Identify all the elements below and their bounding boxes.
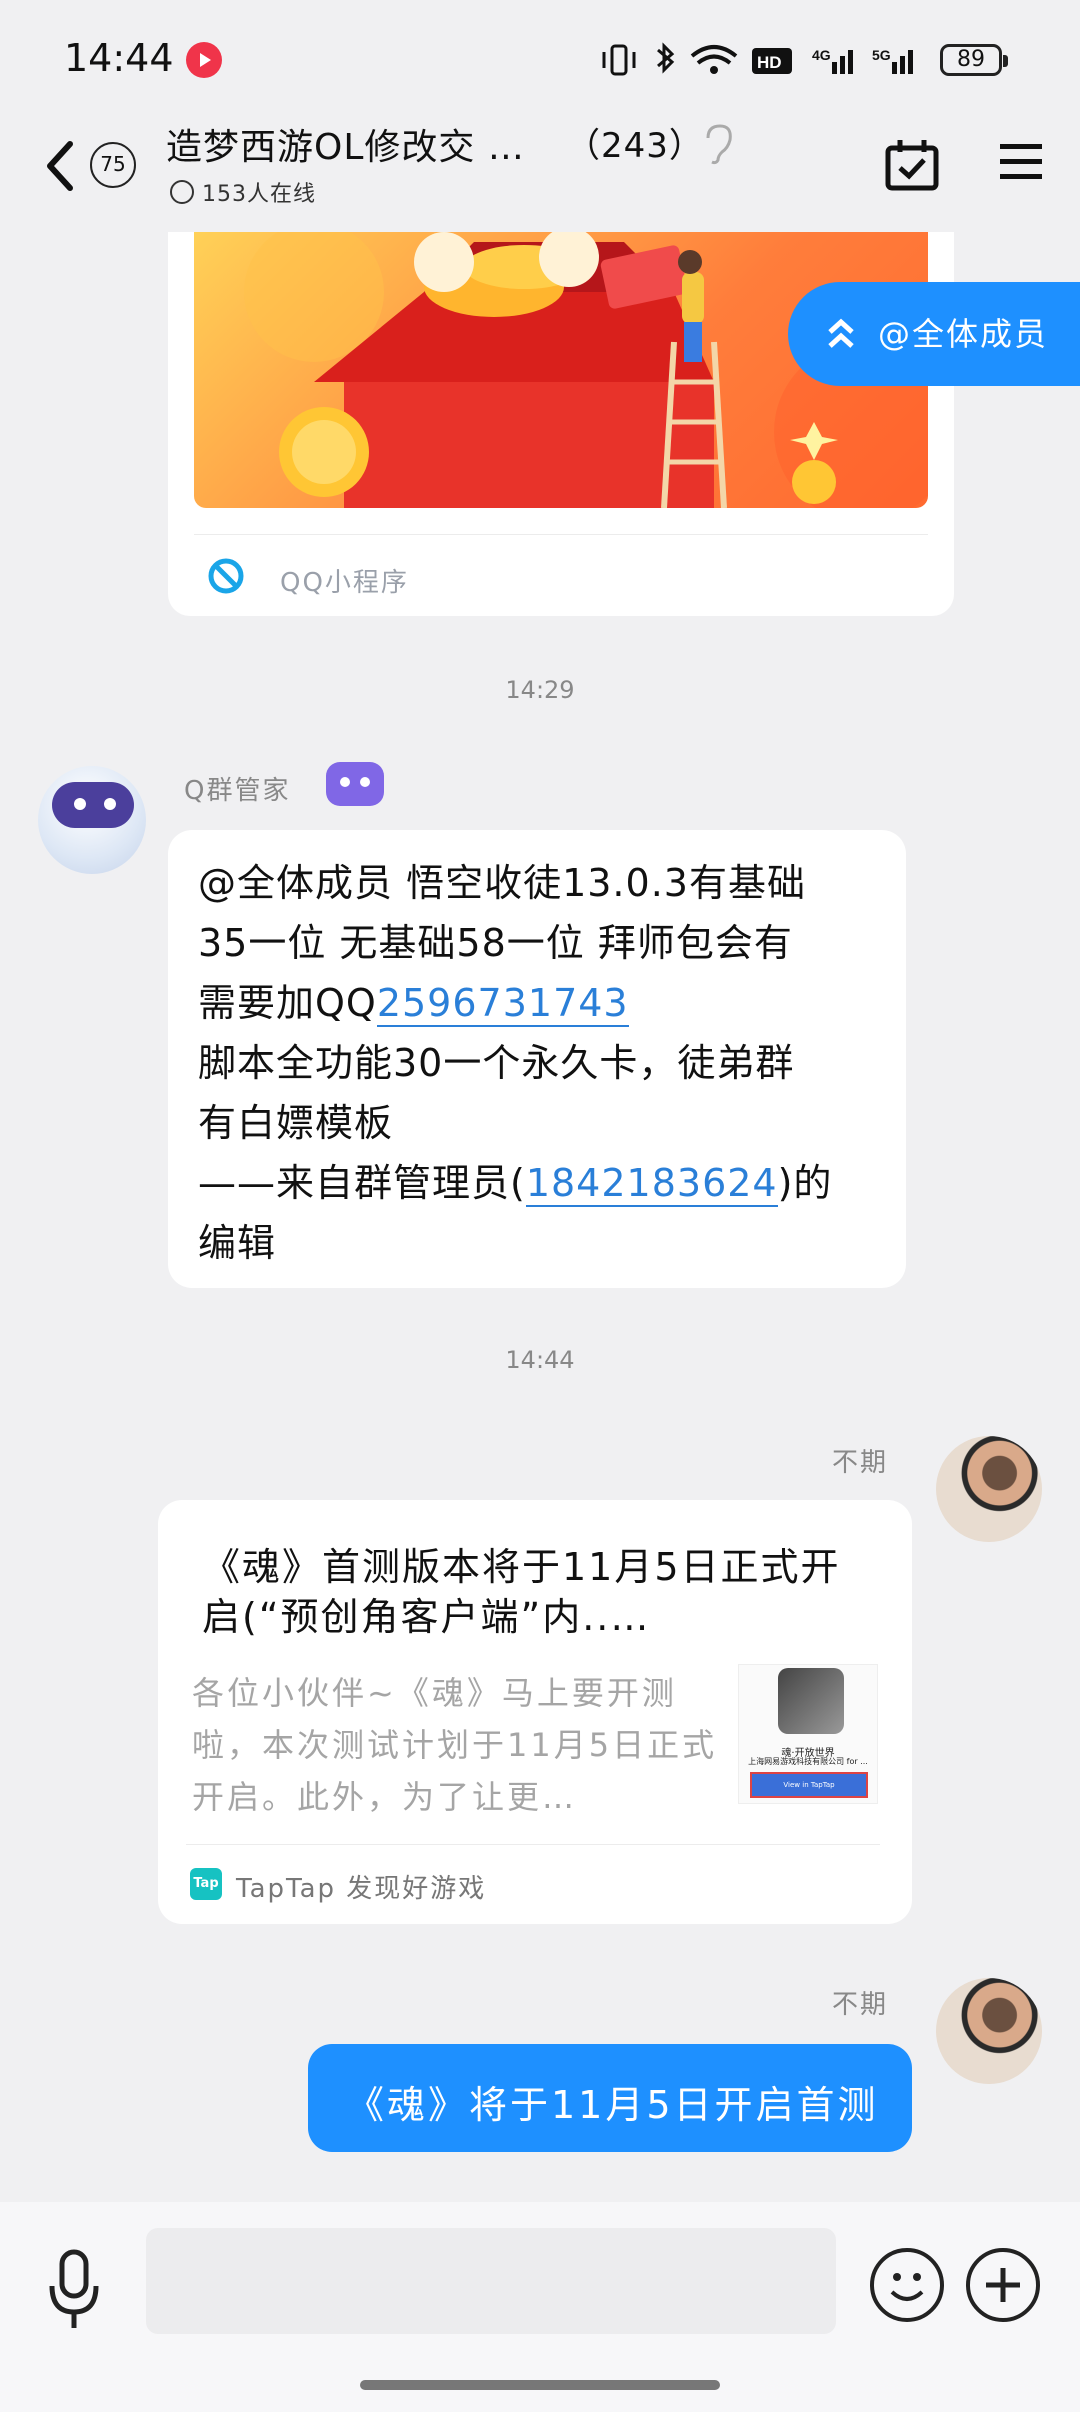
member-count[interactable]: （243） bbox=[566, 118, 704, 167]
svg-text:5G: 5G bbox=[872, 47, 891, 63]
taptap-icon: Tap bbox=[190, 1868, 222, 1900]
timestamp: 14:29 bbox=[505, 676, 575, 704]
mini-program-source: QQ小程序 bbox=[280, 568, 409, 598]
svg-text:HD: HD bbox=[757, 53, 782, 72]
online-dropdown-icon[interactable] bbox=[170, 180, 194, 204]
message-line: 有白嫖模板 bbox=[198, 1101, 394, 1145]
share-card-desc: 啦，本次测试计划于11月5日正式 bbox=[192, 1726, 718, 1764]
avatar-user[interactable] bbox=[936, 1436, 1042, 1542]
signal-4g-icon: 4G bbox=[812, 47, 853, 74]
signal-5g-icon: 5G bbox=[872, 47, 913, 74]
message-line: 需要加QQ2596731743 bbox=[198, 981, 629, 1027]
screen-record-icon bbox=[186, 42, 222, 78]
game-logo-icon bbox=[778, 1668, 844, 1734]
wifi-icon bbox=[690, 45, 738, 74]
message-line: 编辑 bbox=[198, 1221, 277, 1265]
avatar-user[interactable] bbox=[936, 1978, 1042, 2084]
microphone-icon[interactable] bbox=[44, 2248, 104, 2332]
unread-count-badge[interactable]: 75 bbox=[90, 142, 136, 188]
menu-icon[interactable] bbox=[998, 142, 1044, 182]
card-divider bbox=[186, 1844, 880, 1845]
message-line: ——来自群管理员(1842183624)的 bbox=[198, 1161, 833, 1207]
share-card-desc: 各位小伙伴~《魂》马上要开测 bbox=[192, 1674, 677, 1712]
admin-id-link[interactable]: 1842183624 bbox=[525, 1161, 778, 1207]
earpiece-mode-icon[interactable] bbox=[700, 122, 736, 166]
bot-eye bbox=[74, 798, 86, 810]
share-card-source: TapTap 发现好游戏 bbox=[236, 1874, 487, 1904]
timestamp: 14:44 bbox=[505, 1346, 575, 1374]
message-text: 《魂》将于11月5日开启首测 bbox=[346, 2083, 879, 2127]
status-time: 14:44 bbox=[64, 36, 174, 80]
thumbnail-text: 上海网易游戏科技有限公司 for ... bbox=[748, 1757, 868, 1766]
bot-eye bbox=[104, 798, 116, 810]
qq-number-link[interactable]: 2596731743 bbox=[376, 981, 629, 1027]
emoji-icon[interactable] bbox=[870, 2248, 944, 2322]
vibrate-icon bbox=[602, 44, 636, 76]
online-count[interactable]: 153人在线 bbox=[202, 176, 316, 208]
message-line: @全体成员 悟空收徒13.0.3有基础 bbox=[198, 861, 806, 905]
plus-icon[interactable] bbox=[966, 2248, 1040, 2322]
thumbnail-button: View in TapTap bbox=[750, 1772, 868, 1798]
message-line: 35一位 无基础58一位 拜师包会有 bbox=[198, 921, 793, 965]
message-line: 脚本全功能30一个永久卡，徒弟群 bbox=[198, 1041, 795, 1085]
card-divider bbox=[194, 534, 928, 535]
share-card-title: 《魂》首测版本将于11月5日正式开 bbox=[202, 1545, 841, 1589]
home-indicator[interactable] bbox=[360, 2380, 720, 2390]
svg-text:4G: 4G bbox=[812, 47, 831, 63]
calendar-check-icon[interactable] bbox=[884, 138, 940, 192]
share-card-desc: 开启。此外，为了让更… bbox=[192, 1778, 578, 1816]
double-chevron-up-icon bbox=[828, 318, 854, 348]
back-arrow-icon[interactable] bbox=[40, 136, 80, 196]
qq-mini-program-icon bbox=[208, 558, 244, 594]
group-title[interactable]: 造梦西游OL修改交 … bbox=[166, 118, 525, 170]
battery-icon: 89 bbox=[940, 44, 1008, 76]
bot-face bbox=[52, 782, 134, 828]
hd-icon: HD bbox=[752, 48, 792, 74]
status-icons: HD 4G 5G bbox=[602, 42, 913, 76]
message-input[interactable] bbox=[146, 2228, 836, 2334]
bluetooth-icon bbox=[657, 42, 675, 74]
sender-name[interactable]: 不期 bbox=[832, 1442, 888, 1479]
robot-badge-icon bbox=[326, 762, 384, 806]
share-card-title: 启(“预创角客户端”内..… bbox=[202, 1595, 651, 1639]
sender-name[interactable]: 不期 bbox=[832, 1984, 888, 2021]
sender-name[interactable]: Q群管家 bbox=[184, 770, 290, 807]
